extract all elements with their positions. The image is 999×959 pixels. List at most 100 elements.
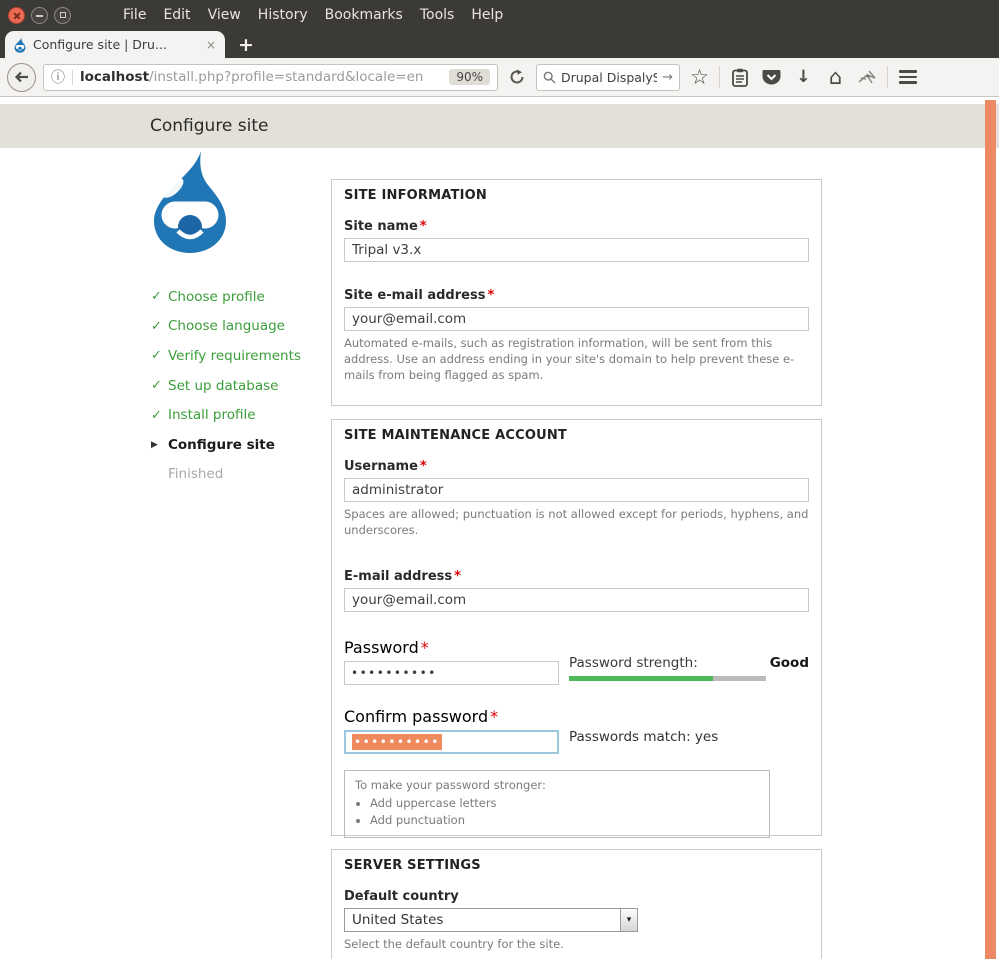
home-button[interactable]: ⌂ [823,62,848,92]
menu-bookmarks[interactable]: Bookmarks [325,7,403,23]
clipboard-icon [732,68,748,87]
step-choose-language: ✓Choose language [151,312,301,342]
toolbar-divider [887,66,888,88]
new-tab-button[interactable]: + [238,35,254,55]
tab-title: Configure site | Dru... [33,37,199,52]
fieldset-site-information: SITE INFORMATION Site name* Site e-mail … [331,179,822,406]
tab-bar: Configure site | Dru... × + [0,30,999,58]
page-scrollbar[interactable] [985,100,996,959]
password-row: Password* •••••••••• Password strength: … [344,638,809,685]
tab-configure-site[interactable]: Configure site | Dru... × [5,31,225,58]
username-input[interactable] [344,478,809,502]
strength-meter [569,676,766,681]
reload-icon [509,69,525,85]
window-minimize-button[interactable] [31,7,48,24]
site-email-field: Site e-mail address* Automated e-mails, … [344,288,809,384]
caret-icon: ▶ [151,440,168,450]
menu-button[interactable] [895,62,920,92]
search-icon [543,71,556,84]
fieldset-title: SITE MAINTENANCE ACCOUNT [344,428,809,443]
search-bar[interactable]: Drupal DispalyStuie → [536,64,680,91]
menu-file[interactable]: File [123,7,146,23]
chevron-down-icon: ▾ [627,915,632,925]
menu-tools[interactable]: Tools [420,7,455,23]
username-field: Username* Spaces are allowed; punctuatio… [344,459,809,539]
confirm-password-input[interactable]: •••••••••• [344,730,559,754]
username-label: Username* [344,459,809,474]
confirm-password-row: Confirm password* •••••••••• Passwords m… [344,707,809,754]
page-content: Configure site ✓Choose profile ✓Choose l… [0,97,999,959]
tip-item: Add uppercase letters [370,795,759,812]
email-input[interactable] [344,588,809,612]
pocket-button[interactable] [759,62,784,92]
url-bar[interactable]: ⓘ localhost/install.php?profile=standard… [43,64,498,91]
dropdown-button[interactable]: ▾ [620,909,637,931]
page-title: Configure site [150,104,999,148]
passwords-match-text: Passwords match: yes [569,707,809,745]
extension-button[interactable] [855,62,880,92]
password-field: Password* •••••••••• [344,638,559,685]
menubar: File Edit View History Bookmarks Tools H… [123,7,503,23]
fieldset-maintenance-account: SITE MAINTENANCE ACCOUNT Username* Space… [331,419,822,836]
search-go-icon[interactable]: → [662,70,673,85]
site-name-field: Site name* [344,219,809,262]
menu-view[interactable]: View [208,7,241,23]
step-configure-site: ▶Configure site [151,430,301,460]
page-header: Configure site [0,104,999,148]
download-arrow-icon: ↓ [796,67,810,87]
tip-item: Add punctuation [370,812,759,829]
site-email-input[interactable] [344,307,809,331]
url-path: /install.php?profile=standard&locale=en [149,69,423,85]
default-country-label: Default country [344,889,809,904]
drupal-favicon [14,37,26,53]
check-icon: ✓ [151,348,168,363]
pocket-icon [762,69,781,86]
bookmark-star-button[interactable]: ☆ [687,62,712,92]
site-name-label: Site name* [344,219,809,234]
default-country-select[interactable]: United States ▾ [344,908,638,932]
bookmarks-menu-button[interactable] [727,62,752,92]
navigation-toolbar: ⓘ localhost/install.php?profile=standard… [0,58,999,97]
required-mark: * [421,638,429,657]
menu-help[interactable]: Help [471,7,503,23]
required-mark: * [490,707,498,726]
check-icon: ✓ [151,378,168,393]
back-button[interactable] [7,63,36,92]
step-set-up-database: ✓Set up database [151,371,301,401]
password-input[interactable]: •••••••••• [344,661,559,685]
window-close-button[interactable] [8,7,25,24]
check-icon: ✓ [151,319,168,334]
step-finished: Finished [151,460,301,490]
step-verify-requirements: ✓Verify requirements [151,341,301,371]
star-icon: ☆ [690,67,709,88]
reload-button[interactable] [505,64,529,91]
menu-edit[interactable]: Edit [163,7,190,23]
username-description: Spaces are allowed; punctuation is not a… [344,507,809,539]
strength-label: Password strength: [569,655,698,671]
home-icon: ⌂ [829,67,842,88]
fieldset-title: SITE INFORMATION [344,188,809,203]
site-name-input[interactable] [344,238,809,262]
menu-history[interactable]: History [258,7,308,23]
back-arrow-icon [14,71,29,83]
downloads-button[interactable]: ↓ [791,62,816,92]
strength-value: Good [770,655,809,671]
tab-close-icon[interactable]: × [206,38,216,52]
zoom-level-badge[interactable]: 90% [449,69,490,85]
confirm-password-field: Confirm password* •••••••••• [344,707,559,754]
required-mark: * [420,219,427,234]
maximize-icon [60,12,66,18]
extension-fly-icon [857,69,879,86]
step-choose-profile: ✓Choose profile [151,282,301,312]
install-steps: ✓Choose profile ✓Choose language ✓Verify… [151,282,301,489]
site-email-description: Automated e-mails, such as registration … [344,336,809,384]
selected-country: United States [345,912,620,928]
window-maximize-button[interactable] [54,7,71,24]
step-install-profile: ✓Install profile [151,400,301,430]
site-info-icon[interactable]: ⓘ [51,67,65,87]
url-text: localhost/install.php?profile=standard&l… [80,69,442,85]
password-label: Password* [344,638,429,657]
window-controls [8,7,71,24]
search-input-value[interactable]: Drupal DispalyStuie [561,70,657,85]
window-titlebar: File Edit View History Bookmarks Tools H… [0,0,999,30]
